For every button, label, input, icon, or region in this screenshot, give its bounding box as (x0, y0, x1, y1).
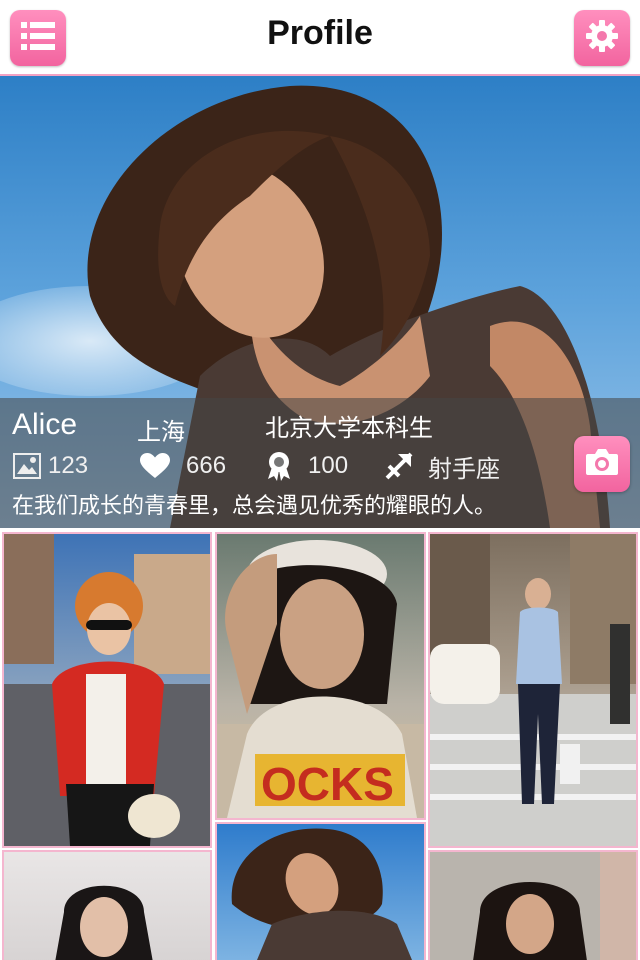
photos-count: 123 (48, 452, 89, 479)
cover-photo[interactable]: Alice 上海 北京大学本科生 123 666 100 射手座 在我们成长的青… (0, 76, 640, 528)
photo-tile-1[interactable] (2, 532, 212, 848)
likes-stat[interactable]: 666 (140, 450, 226, 482)
profile-name: Alice (12, 408, 78, 441)
top-bar: Profile (0, 0, 640, 76)
zodiac-sign: 射手座 (428, 454, 500, 483)
camera-button[interactable] (574, 436, 630, 492)
photo-grid: OCKS (0, 530, 640, 960)
photo-tile-2[interactable]: OCKS (215, 532, 426, 820)
profile-info-panel: Alice 上海 北京大学本科生 123 666 100 射手座 在我们成长的青… (0, 398, 640, 528)
photo-illustration (4, 534, 210, 846)
photo-illustration: OCKS (217, 540, 424, 818)
photo-illustration (430, 534, 636, 846)
gear-icon (585, 19, 619, 58)
photo-tile-6[interactable] (428, 850, 638, 960)
photos-stat[interactable]: 123 (12, 450, 88, 482)
photo-tile-5[interactable] (215, 822, 426, 960)
award-ribbon-icon (264, 451, 294, 481)
svg-text:OCKS: OCKS (261, 758, 394, 810)
awards-count: 100 (308, 452, 349, 479)
sagittarius-icon (384, 451, 414, 481)
photo-illustration (231, 828, 412, 960)
photo-tile-3[interactable] (428, 532, 638, 848)
heart-icon (140, 451, 170, 481)
photo-illustration (430, 852, 636, 960)
profile-city: 上海 (137, 418, 185, 446)
photo-illustration (55, 885, 153, 960)
settings-button[interactable] (574, 10, 630, 66)
page-title: Profile (267, 14, 373, 52)
profile-bio: 在我们成长的青春里，总会遇见优秀的耀眼的人。 (12, 494, 497, 519)
awards-stat[interactable]: 100 (264, 450, 348, 482)
image-icon (12, 451, 42, 481)
camera-icon (585, 448, 619, 481)
profile-school: 北京大学本科生 (265, 414, 433, 442)
zodiac-stat[interactable]: 射手座 (384, 450, 500, 483)
likes-count: 666 (186, 452, 227, 479)
photo-tile-4[interactable] (2, 850, 212, 960)
